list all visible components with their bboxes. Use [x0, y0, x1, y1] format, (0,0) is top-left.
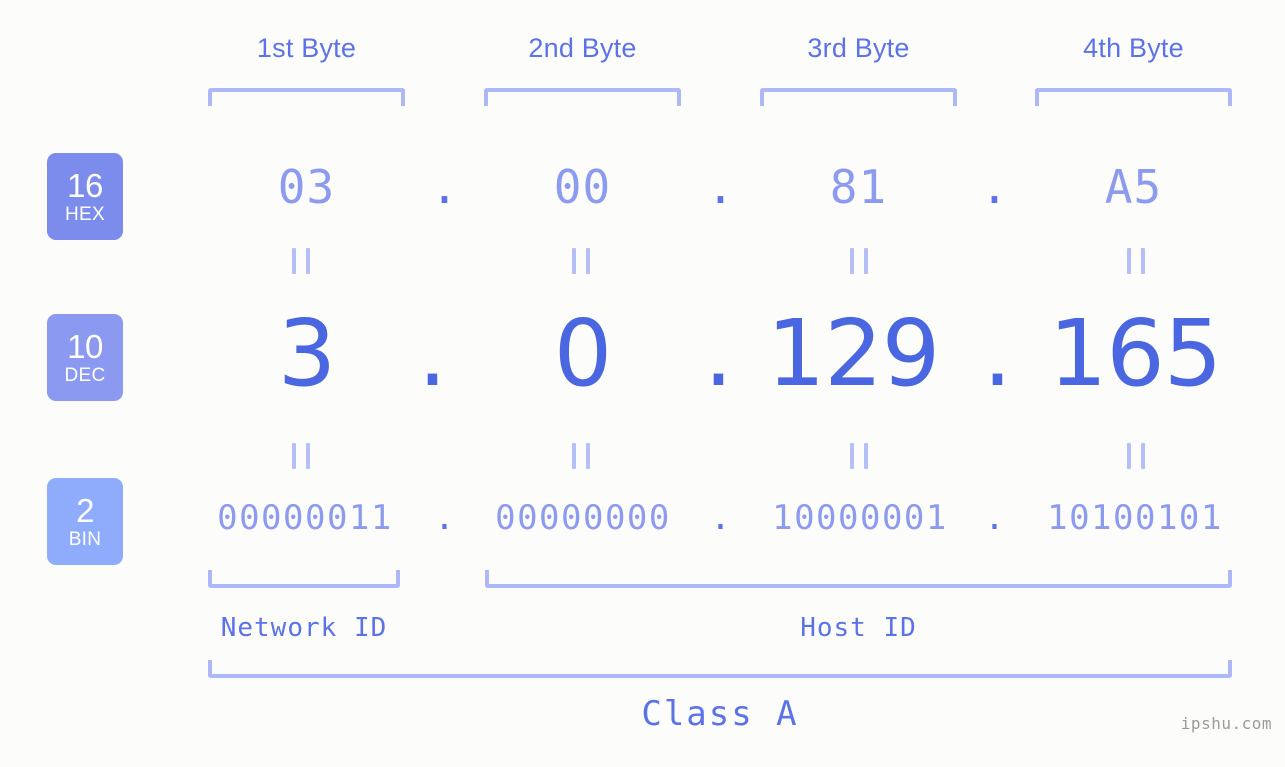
hex-separator-3: .	[980, 160, 1009, 214]
dec-separator-1: .	[417, 300, 448, 407]
byte-bracket-4	[1035, 88, 1232, 106]
equals-mark-hex-dec-3	[850, 248, 868, 274]
bin-byte-1: 00000011	[217, 498, 393, 538]
byte-header-4: 4th Byte	[1083, 33, 1184, 63]
byte-header-2: 2nd Byte	[528, 33, 637, 63]
hex-byte-2: 00	[553, 160, 612, 214]
equals-mark-hex-dec-4	[1127, 248, 1145, 274]
radix-badge-hex[interactable]: 16 HEX	[47, 153, 123, 240]
equals-mark-dec-bin-4	[1127, 443, 1145, 469]
dec-byte-2: 0	[553, 300, 613, 407]
equals-mark-dec-bin-2	[572, 443, 590, 469]
class-bracket	[208, 660, 1232, 678]
byte-bracket-1	[208, 88, 405, 106]
hex-separator-1: .	[430, 160, 459, 214]
radix-badge-bin-number: 2	[76, 492, 94, 529]
byte-bracket-3	[760, 88, 957, 106]
bin-byte-4: 10100101	[1047, 498, 1223, 538]
dec-separator-3: .	[982, 300, 1013, 407]
equals-mark-hex-dec-1	[292, 248, 310, 274]
bin-byte-2: 00000000	[495, 498, 671, 538]
radix-badge-bin-label: BIN	[68, 529, 102, 550]
site-watermark: ipshu.com	[1180, 714, 1272, 733]
dec-byte-4: 165	[1048, 300, 1223, 407]
bin-separator-1: .	[434, 498, 455, 538]
dec-byte-3: 129	[766, 300, 941, 407]
host-id-bracket	[485, 570, 1232, 588]
class-label: Class A	[641, 694, 799, 734]
equals-mark-dec-bin-1	[292, 443, 310, 469]
hex-byte-1: 03	[277, 160, 336, 214]
hex-separator-2: .	[706, 160, 735, 214]
network-id-bracket	[208, 570, 400, 588]
dec-byte-1: 3	[277, 300, 337, 407]
byte-header-1: 1st Byte	[256, 33, 357, 63]
radix-badge-dec-number: 10	[67, 328, 103, 365]
network-id-label: Network ID	[220, 613, 388, 643]
byte-header-3: 3rd Byte	[807, 33, 910, 63]
ip-address-breakdown-diagram: 1st Byte 2nd Byte 3rd Byte 4th Byte 16 H…	[0, 0, 1285, 767]
host-id-label: Host ID	[800, 613, 917, 643]
bin-separator-2: .	[710, 498, 731, 538]
hex-byte-4: A5	[1104, 160, 1163, 214]
equals-mark-hex-dec-2	[572, 248, 590, 274]
radix-badge-dec[interactable]: 10 DEC	[47, 314, 123, 401]
hex-byte-3: 81	[829, 160, 888, 214]
radix-badge-dec-label: DEC	[64, 365, 106, 386]
radix-badge-bin[interactable]: 2 BIN	[47, 478, 123, 565]
radix-badge-hex-number: 16	[67, 167, 103, 204]
bin-separator-3: .	[984, 498, 1005, 538]
radix-badge-hex-label: HEX	[65, 204, 105, 225]
bin-byte-3: 10000001	[772, 498, 948, 538]
byte-bracket-2	[484, 88, 681, 106]
equals-mark-dec-bin-3	[850, 443, 868, 469]
